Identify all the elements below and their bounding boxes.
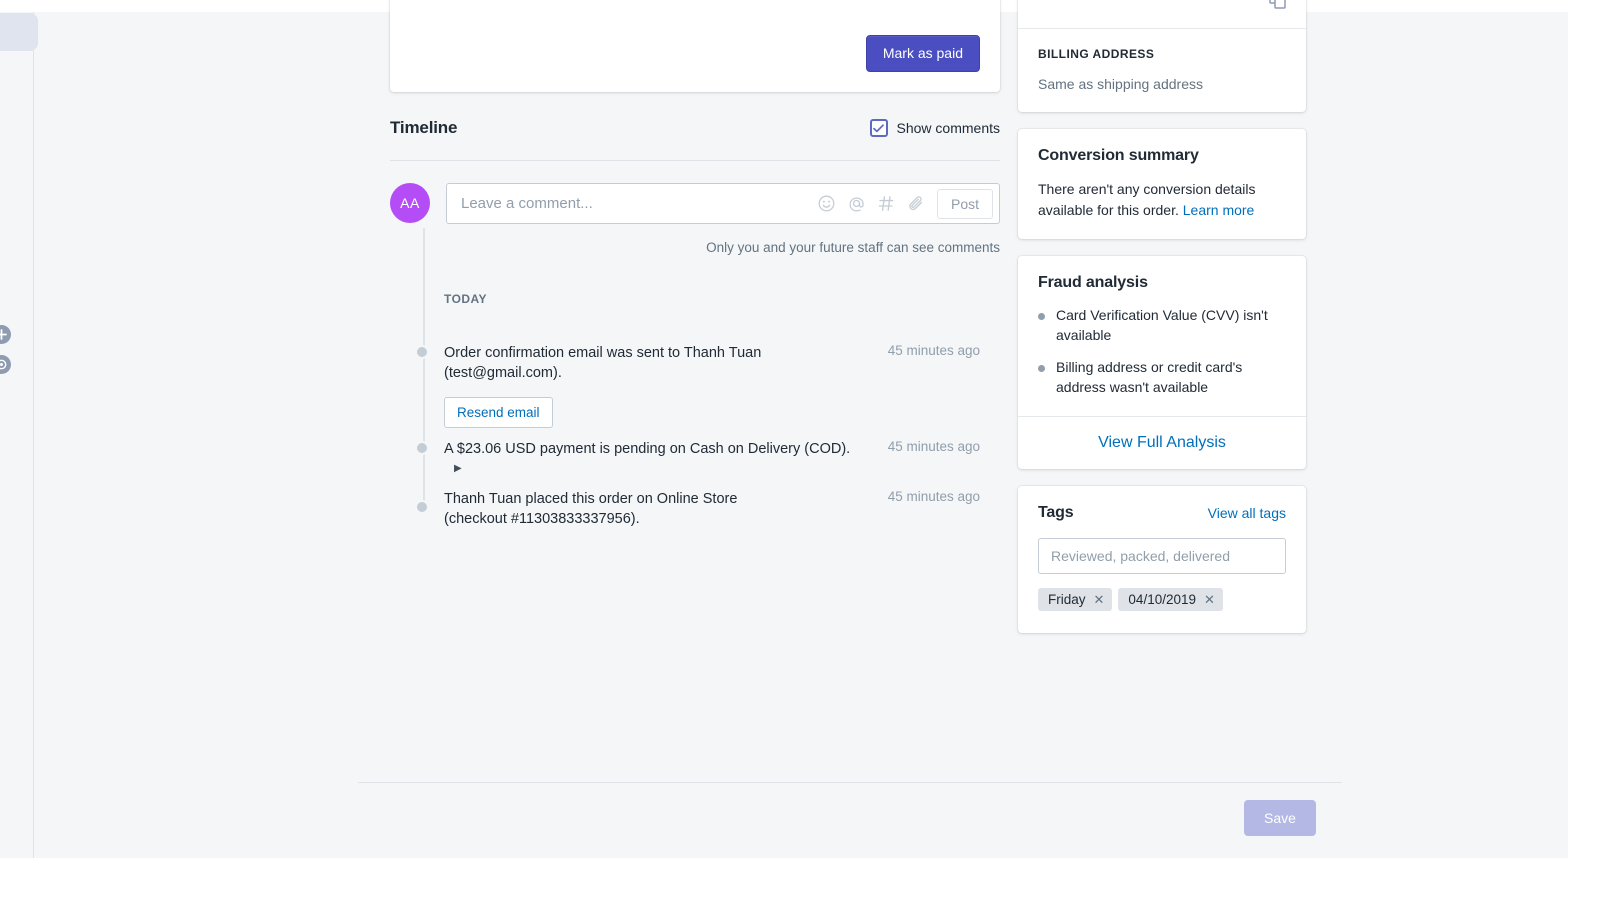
- save-button[interactable]: Save: [1244, 800, 1316, 836]
- emoji-icon[interactable]: [818, 195, 835, 212]
- tag-label: Friday: [1048, 592, 1086, 607]
- timeline-event: Thanh Tuan placed this order on Online S…: [444, 489, 1000, 529]
- comment-input-placeholder[interactable]: Leave a comment...: [461, 195, 818, 212]
- conversion-summary-card: Conversion summary There aren't any conv…: [1018, 129, 1306, 239]
- conversion-summary-section: Conversion summary There aren't any conv…: [1018, 129, 1306, 239]
- post-comment-button[interactable]: Post: [937, 189, 993, 219]
- timeline-event: A $23.06 USD payment is pending on Cash …: [444, 439, 1000, 479]
- tags-title: Tags: [1038, 504, 1074, 522]
- fraud-analysis-card: Fraud analysis Card Verification Value (…: [1018, 256, 1306, 469]
- fraud-analysis-title: Fraud analysis: [1038, 274, 1286, 292]
- timeline-dot: [415, 500, 429, 514]
- timeline-event: Order confirmation email was sent to Tha…: [444, 343, 1000, 428]
- avatar: AA: [390, 183, 430, 223]
- expand-caret-icon[interactable]: ▶: [454, 462, 462, 476]
- timeline-rail: [423, 228, 425, 510]
- learn-more-link[interactable]: Learn more: [1183, 202, 1255, 218]
- remove-tag-icon[interactable]: ✕: [1094, 593, 1105, 606]
- billing-address-section: BILLING ADDRESS Same as shipping address: [1018, 29, 1306, 112]
- resend-email-button[interactable]: Resend email: [444, 397, 553, 428]
- customer-card: BILLING ADDRESS Same as shipping address: [1018, 0, 1306, 112]
- copy-icon[interactable]: [1269, 0, 1286, 9]
- fraud-analysis-section: Fraud analysis Card Verification Value (…: [1018, 256, 1306, 416]
- view-full-analysis-link[interactable]: View Full Analysis: [1098, 434, 1226, 451]
- conversion-summary-title: Conversion summary: [1038, 147, 1286, 165]
- remove-tag-icon[interactable]: ✕: [1204, 593, 1215, 606]
- fraud-analysis-item: Billing address or credit card's address…: [1038, 358, 1286, 398]
- view-all-tags-link[interactable]: View all tags: [1208, 505, 1286, 521]
- tag-chip[interactable]: Friday ✕: [1038, 588, 1112, 611]
- tags-card: Tags View all tags Friday ✕ 04/10/2019 ✕: [1018, 486, 1306, 633]
- timeline-event-text: Order confirmation email was sent to Tha…: [444, 343, 864, 383]
- tag-label: 04/10/2019: [1128, 592, 1196, 607]
- timeline-divider: [390, 160, 1000, 161]
- billing-address-value: Same as shipping address: [1038, 74, 1286, 94]
- viewport-bottom-edge: [0, 858, 1600, 900]
- payment-card: Mark as paid: [390, 0, 1000, 92]
- show-comments-label: Show comments: [897, 120, 1000, 136]
- tag-chip[interactable]: 04/10/2019 ✕: [1118, 588, 1222, 611]
- billing-address-heading: BILLING ADDRESS: [1038, 47, 1286, 61]
- comment-composer-row: AA Leave a comment... Post: [390, 183, 1000, 224]
- tags-header: Tags View all tags: [1038, 504, 1286, 522]
- tag-list: Friday ✕ 04/10/2019 ✕: [1038, 588, 1286, 611]
- timeline-dot: [415, 441, 429, 455]
- timeline-event-text-wrap: A $23.06 USD payment is pending on Cash …: [444, 439, 864, 479]
- timeline-date-group: TODAY: [444, 292, 487, 306]
- viewport-right-edge: [1568, 0, 1600, 900]
- tags-input[interactable]: [1038, 538, 1286, 574]
- conversion-summary-body: There aren't any conversion details avai…: [1038, 179, 1286, 221]
- mark-as-paid-button[interactable]: Mark as paid: [866, 35, 980, 72]
- show-comments-checkbox[interactable]: [870, 119, 888, 137]
- left-rail: [0, 0, 34, 858]
- timeline-title: Timeline: [390, 118, 457, 138]
- rail-highlight-chip: [0, 13, 38, 51]
- timeline-event-text: Thanh Tuan placed this order on Online S…: [444, 489, 789, 529]
- fraud-analysis-list: Card Verification Value (CVV) isn't avai…: [1038, 306, 1286, 398]
- tags-section: Tags View all tags Friday ✕ 04/10/2019 ✕: [1018, 486, 1306, 633]
- timeline-event-time: 45 minutes ago: [888, 489, 980, 504]
- view-full-analysis-row: View Full Analysis: [1018, 417, 1306, 469]
- timeline-event-time: 45 minutes ago: [888, 343, 980, 358]
- comment-input-wrapper[interactable]: Leave a comment... Post: [446, 183, 1000, 224]
- mention-icon[interactable]: [848, 195, 865, 212]
- timeline-dot: [415, 345, 429, 359]
- timeline-event-text: A $23.06 USD payment is pending on Cash …: [444, 441, 850, 457]
- timeline-header: Timeline Show comments: [390, 118, 1000, 152]
- footer-divider: [358, 782, 1342, 783]
- hashtag-icon[interactable]: [878, 195, 895, 212]
- attachment-icon[interactable]: [908, 195, 925, 212]
- order-sidebar: BILLING ADDRESS Same as shipping address…: [1018, 0, 1306, 650]
- comment-privacy-note: Only you and your future staff can see c…: [390, 240, 1000, 255]
- timeline-event-time: 45 minutes ago: [888, 439, 980, 454]
- fraud-analysis-item: Card Verification Value (CVV) isn't avai…: [1038, 306, 1286, 346]
- show-comments-toggle[interactable]: Show comments: [870, 119, 1000, 137]
